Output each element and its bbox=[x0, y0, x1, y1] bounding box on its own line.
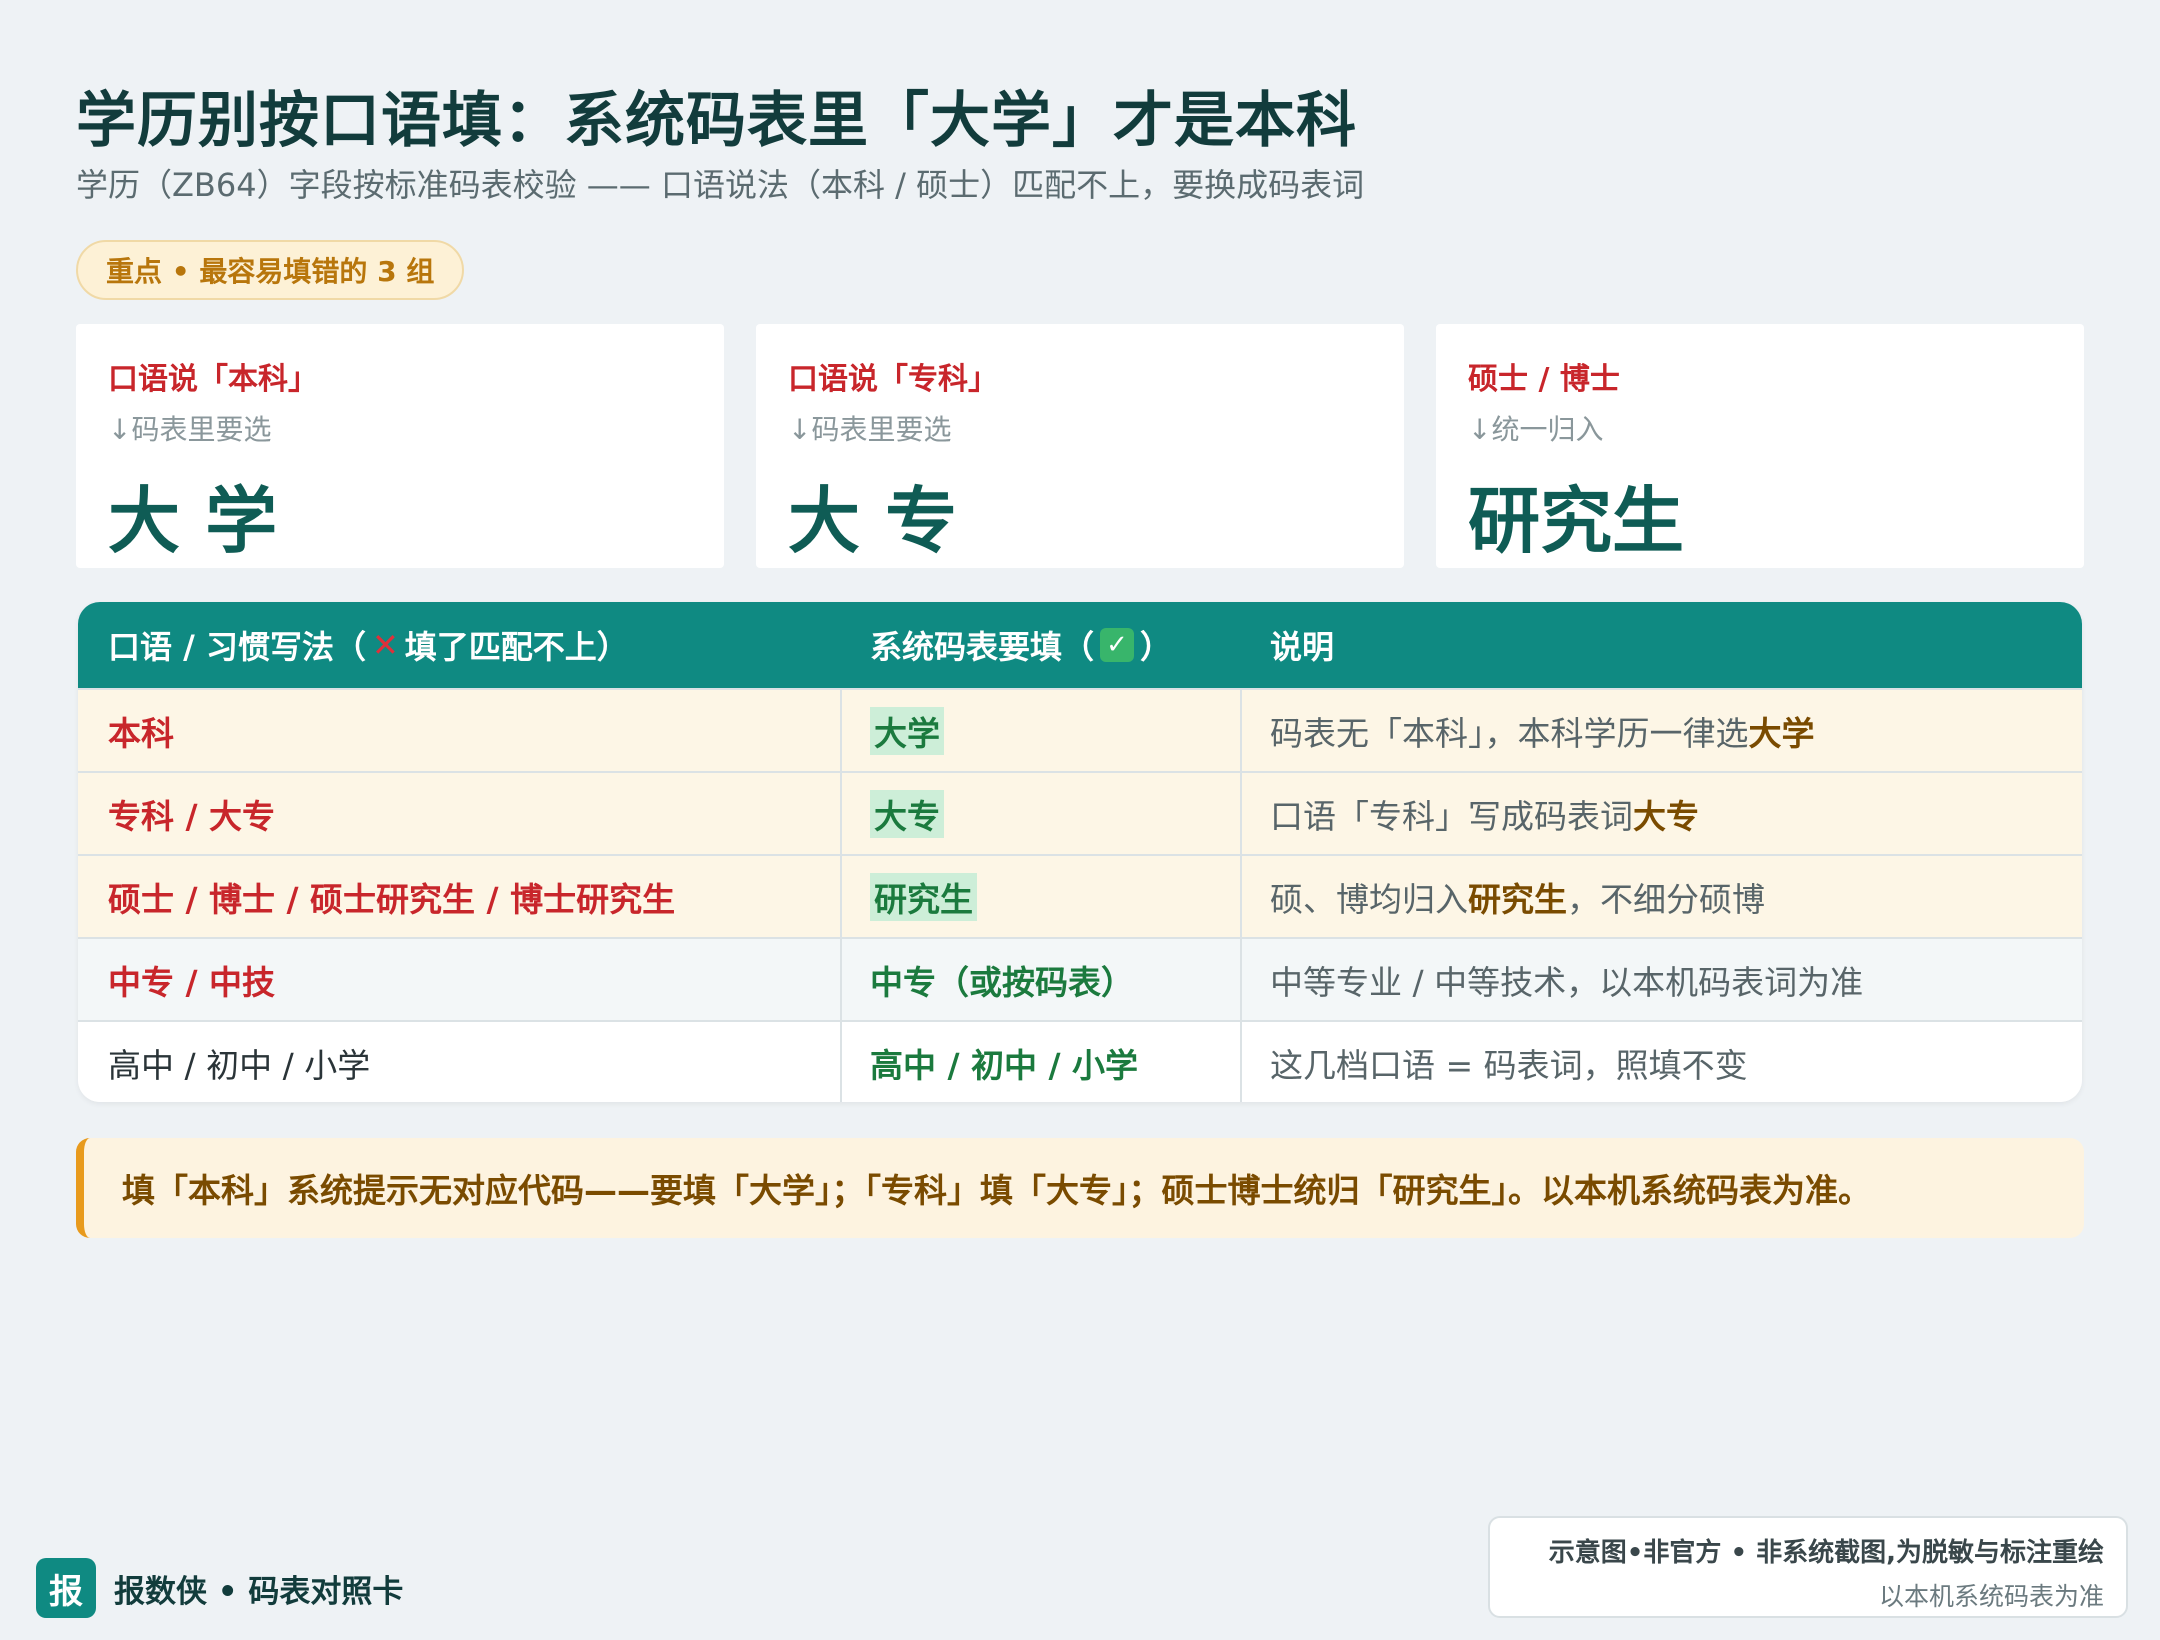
note-text: 码表无「本科」，本科学历一律选 bbox=[1270, 713, 1749, 753]
note-text: ，不细分硕博 bbox=[1567, 879, 1765, 919]
summary-card-junior-college: 口语说「专科」 ↓码表里要选 大 专 bbox=[756, 324, 1404, 568]
note-cell: 中等专业 / 中等技术，以本机码表词为准 bbox=[1270, 962, 1864, 1002]
card-value: 大 学 bbox=[108, 479, 278, 563]
disclaimer-box: 示意图•非官方 • 非系统截图,为脱敏与标注重绘 以本机系统码表为准 bbox=[1488, 1516, 2128, 1618]
brand-logo-icon: 报 bbox=[36, 1558, 96, 1618]
spoken-cell: 本科 bbox=[108, 713, 174, 753]
column-header-note: 说明 bbox=[1270, 628, 1335, 666]
card-arrow: ↓码表里要选 bbox=[108, 413, 272, 446]
card-value: 研究生 bbox=[1468, 479, 1685, 563]
header-text: 系统码表要填（ bbox=[870, 628, 1095, 666]
code-value: 研究生 bbox=[870, 872, 977, 921]
column-header-code: 系统码表要填（ ✓） bbox=[870, 602, 1172, 688]
code-value: 大学 bbox=[870, 706, 944, 755]
disclaimer-line-2: 以本机系统码表为准 bbox=[1878, 1582, 2104, 1611]
column-header-spoken: 口语 / 习惯写法（ ✕ 填了匹配不上） bbox=[108, 602, 629, 688]
summary-cards: 口语说「本科」 ↓码表里要选 大 学 口语说「专科」 ↓码表里要选 大 专 硕士… bbox=[76, 324, 2084, 568]
warning-note: 填「本科」系统提示无对应代码——要填「大学」；「专科」填「大专」；硕士博士统归「… bbox=[76, 1138, 2084, 1238]
page-title: 学历别按口语填：系统码表里「大学」才是本科 bbox=[76, 86, 1357, 156]
card-head: 硕士 / 博士 bbox=[1468, 362, 1620, 397]
code-cell: 中专（或按码表） bbox=[870, 962, 1134, 1002]
note-emphasis: 大学 bbox=[1748, 713, 1815, 753]
card-arrow: ↓统一归入 bbox=[1468, 413, 1604, 446]
disclaimer-line-1: 示意图•非官方 • 非系统截图,为脱敏与标注重绘 bbox=[1548, 1538, 2104, 1568]
table-row: 中专 / 中技 中专（或按码表） 中等专业 / 中等技术，以本机码表词为准 bbox=[78, 937, 2082, 1020]
note-emphasis: 研究生 bbox=[1468, 879, 1567, 919]
page-subtitle: 学历（ZB64）字段按标准码表校验 —— 口语说法（本科 / 硕士）匹配不上，要… bbox=[76, 166, 1365, 204]
code-value: 大专 bbox=[870, 789, 944, 838]
brand: 报 报数侠 • 码表对照卡 bbox=[36, 1558, 403, 1618]
header-text: 填了匹配不上） bbox=[404, 628, 629, 666]
code-cell: 研究生 bbox=[870, 856, 977, 937]
summary-card-bachelor: 口语说「本科」 ↓码表里要选 大 学 bbox=[76, 324, 724, 568]
table-row: 高中 / 初中 / 小学 高中 / 初中 / 小学 这几档口语 = 码表词，照填… bbox=[78, 1020, 2082, 1102]
note-cell: 口语「专科」写成码表词 大专 bbox=[1270, 773, 1699, 854]
header-text: ） bbox=[1140, 628, 1173, 666]
header-text: 口语 / 习惯写法（ bbox=[108, 628, 366, 666]
card-arrow: ↓码表里要选 bbox=[788, 413, 952, 446]
note-cell: 这几档口语 = 码表词，照填不变 bbox=[1270, 1045, 1748, 1085]
summary-card-graduate: 硕士 / 博士 ↓统一归入 研究生 bbox=[1436, 324, 2084, 568]
table-header: 口语 / 习惯写法（ ✕ 填了匹配不上） 系统码表要填（ ✓） 说明 bbox=[78, 602, 2082, 688]
note-text: 硕、博均归入 bbox=[1270, 879, 1468, 919]
card-head: 口语说「专科」 bbox=[788, 362, 998, 397]
note-cell: 码表无「本科」，本科学历一律选 大学 bbox=[1270, 690, 1815, 771]
table-row: 专科 / 大专 大专 口语「专科」写成码表词 大专 bbox=[78, 771, 2082, 854]
table-row: 本科 大学 码表无「本科」，本科学历一律选 大学 bbox=[78, 688, 2082, 771]
spoken-cell: 高中 / 初中 / 小学 bbox=[108, 1045, 371, 1085]
code-cell: 大专 bbox=[870, 773, 944, 854]
spoken-cell: 硕士 / 博士 / 硕士研究生 / 博士研究生 bbox=[108, 879, 676, 919]
code-cell: 大学 bbox=[870, 690, 944, 771]
spoken-cell: 专科 / 大专 bbox=[108, 796, 276, 836]
note-text: 口语「专科」写成码表词 bbox=[1270, 796, 1633, 836]
card-value: 大 专 bbox=[788, 479, 958, 563]
brand-name: 报数侠 • 码表对照卡 bbox=[114, 1573, 404, 1610]
code-cell: 高中 / 初中 / 小学 bbox=[870, 1045, 1139, 1085]
card-head: 口语说「本科」 bbox=[108, 362, 318, 397]
note-emphasis: 大专 bbox=[1633, 796, 1699, 836]
highlight-badge: 重点 • 最容易填错的 3 组 bbox=[76, 240, 465, 300]
check-mark-icon: ✓ bbox=[1100, 628, 1135, 662]
cross-mark-icon: ✕ bbox=[371, 626, 399, 664]
table-row: 硕士 / 博士 / 硕士研究生 / 博士研究生 研究生 硕、博均归入 研究生 ，不细… bbox=[78, 854, 2082, 937]
mapping-table: 口语 / 习惯写法（ ✕ 填了匹配不上） 系统码表要填（ ✓） 说明 本科 大学 码… bbox=[78, 602, 2082, 1102]
spoken-cell: 中专 / 中技 bbox=[108, 962, 276, 1002]
note-cell: 硕、博均归入 研究生 ，不细分硕博 bbox=[1270, 856, 1765, 937]
